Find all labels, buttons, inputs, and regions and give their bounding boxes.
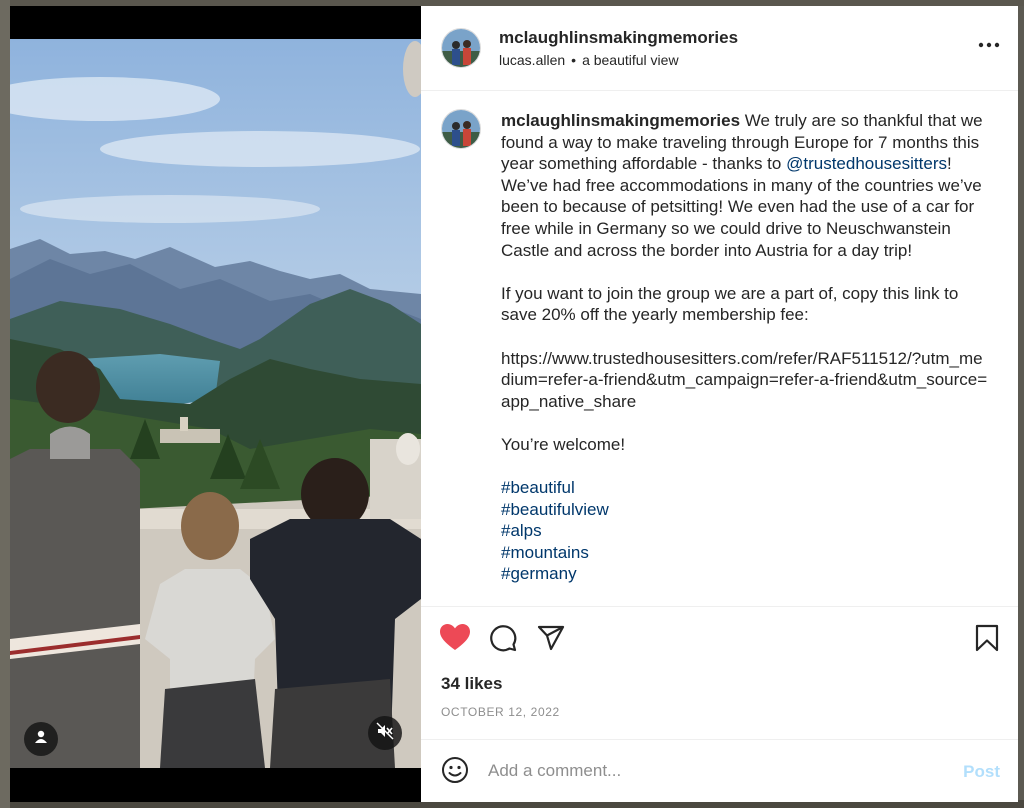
location-link[interactable]: a beautiful view bbox=[582, 52, 679, 68]
mountain-photo-image bbox=[10, 39, 421, 768]
hashtag-link[interactable]: #beautifulview bbox=[501, 499, 991, 521]
hashtag-link[interactable]: #germany bbox=[501, 563, 991, 585]
subtitle-separator: • bbox=[571, 52, 577, 68]
hashtag-list: #beautiful #beautifulview #alps #mountai… bbox=[501, 477, 991, 585]
emoji-button[interactable] bbox=[439, 756, 471, 788]
smiley-icon bbox=[441, 756, 469, 789]
post-media[interactable] bbox=[10, 6, 421, 802]
tagged-username[interactable]: lucas.allen bbox=[499, 52, 565, 68]
hashtag-link[interactable]: #mountains bbox=[501, 542, 991, 564]
hashtag-link[interactable]: #beautiful bbox=[501, 477, 991, 499]
tagged-users-button[interactable] bbox=[24, 722, 58, 756]
share-button[interactable] bbox=[535, 625, 567, 655]
caption-referral-link: https://www.trustedhousesitters.com/refe… bbox=[501, 348, 988, 411]
post-photo[interactable] bbox=[10, 39, 421, 768]
caption-text: mclaughlinsmakingmemories We truly are s… bbox=[501, 110, 991, 585]
mention-link[interactable]: @trustedhousesitters bbox=[786, 154, 947, 173]
save-button[interactable] bbox=[971, 624, 1003, 657]
person-icon bbox=[33, 729, 49, 750]
comment-bar: Post bbox=[421, 739, 1018, 802]
caption-author-avatar[interactable] bbox=[441, 109, 481, 149]
hashtag-link[interactable]: #alps bbox=[501, 520, 991, 542]
speaker-muted-icon bbox=[376, 722, 394, 745]
caption-scroll-area[interactable]: mclaughlinsmakingmemories We truly are s… bbox=[421, 92, 1018, 605]
caption-paragraph-4: You’re welcome! bbox=[501, 434, 626, 454]
post-comment-button[interactable]: Post bbox=[963, 762, 1000, 782]
mute-button[interactable] bbox=[368, 716, 402, 750]
comment-icon bbox=[489, 624, 517, 657]
bookmark-icon bbox=[975, 624, 999, 657]
post-subtitle: lucas.allen • a beautiful view bbox=[499, 52, 679, 68]
more-options-button[interactable] bbox=[978, 36, 1000, 48]
like-button[interactable] bbox=[439, 624, 471, 656]
comment-button[interactable] bbox=[487, 624, 519, 657]
author-avatar[interactable] bbox=[441, 28, 481, 68]
author-username[interactable]: mclaughlinsmakingmemories bbox=[499, 28, 738, 48]
caption-username[interactable]: mclaughlinsmakingmemories bbox=[501, 111, 740, 130]
caption-paragraph-2: If you want to join the group we are a p… bbox=[501, 283, 959, 325]
post-actions: 34 likes OCTOBER 12, 2022 bbox=[421, 606, 1018, 739]
post-details-panel: mclaughlinsmakingmemories lucas.allen • a … bbox=[421, 6, 1018, 802]
more-horizontal-icon bbox=[978, 28, 1000, 53]
post-header: mclaughlinsmakingmemories lucas.allen • a … bbox=[421, 6, 1018, 91]
likes-count[interactable]: 34 likes bbox=[441, 674, 502, 694]
send-icon bbox=[537, 625, 565, 656]
comment-input[interactable] bbox=[488, 758, 928, 784]
post-date: OCTOBER 12, 2022 bbox=[441, 705, 560, 719]
heart-filled-icon bbox=[440, 624, 470, 656]
